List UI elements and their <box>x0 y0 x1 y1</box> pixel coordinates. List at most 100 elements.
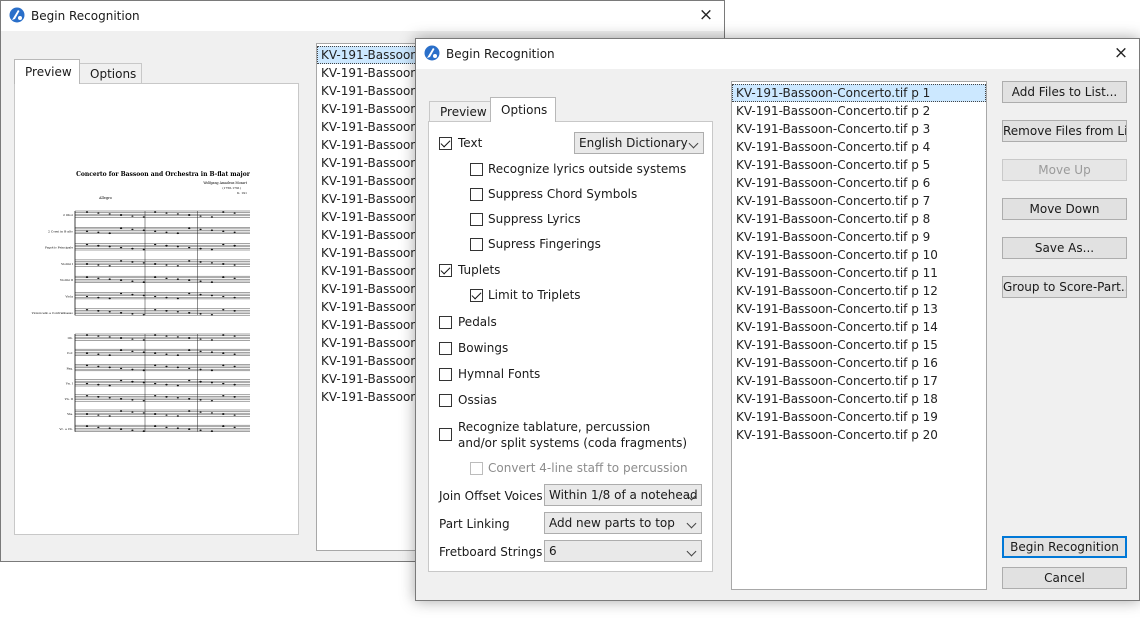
fretboard-select[interactable]: 6 <box>544 540 702 562</box>
move-up-button[interactable]: Move Up <box>1002 159 1127 181</box>
note-head <box>222 263 225 265</box>
text-checkbox[interactable] <box>439 137 452 150</box>
recognize-lyrics-checkbox[interactable] <box>470 163 483 176</box>
note-head <box>233 244 236 247</box>
join-offset-label: Join Offset Voices <box>439 489 543 503</box>
hymnal-fonts-checkbox[interactable] <box>439 368 452 381</box>
staff-label: Fagotto Principale <box>45 246 73 250</box>
dictionary-select[interactable]: English Dictionary <box>574 132 704 154</box>
file-list-item[interactable]: KV-191-Bassoon-Concerto.tif p 9 <box>732 228 986 246</box>
ossias-checkbox[interactable] <box>439 394 452 407</box>
tuplets-checkbox[interactable] <box>439 264 452 277</box>
note-head <box>142 412 145 414</box>
part-linking-select[interactable]: Add new parts to top <box>544 512 702 534</box>
tab-options[interactable]: Options <box>490 97 556 122</box>
back-tab-options[interactable]: Options <box>79 63 142 83</box>
back-title-bar[interactable]: Begin Recognition × <box>1 1 724 31</box>
file-list-item[interactable]: KV-191-Bassoon-Concerto.tif p 7 <box>732 192 986 210</box>
options-panel: Text English Dictionary Recognize lyrics… <box>428 121 713 572</box>
remove-files-button[interactable]: Remove Files from List <box>1002 120 1127 142</box>
note-head <box>188 398 191 400</box>
note-head <box>108 384 111 387</box>
note-head <box>199 280 202 282</box>
file-list-item[interactable]: KV-191-Bassoon-Concerto.tif p 6 <box>732 174 986 192</box>
note-head <box>222 395 225 397</box>
note-head <box>154 276 157 278</box>
file-list-item[interactable]: KV-191-Bassoon-Concerto.tif p 16 <box>732 354 986 372</box>
file-list-item[interactable]: KV-191-Bassoon-Concerto.tif p 19 <box>732 408 986 426</box>
back-close-icon[interactable]: × <box>696 5 716 25</box>
cancel-button[interactable]: Cancel <box>1002 567 1127 589</box>
suppress-chords-checkbox[interactable] <box>470 188 483 201</box>
file-list-item[interactable]: KV-191-Bassoon-Concerto.tif p 5 <box>732 156 986 174</box>
note-head <box>222 413 225 415</box>
note-head <box>119 227 123 230</box>
note-head <box>199 293 202 296</box>
note-head <box>85 364 89 367</box>
file-list-item[interactable]: KV-191-Bassoon-Concerto.tif p 12 <box>732 282 986 300</box>
file-list-item[interactable]: KV-191-Bassoon-Concerto.tif p 8 <box>732 210 986 228</box>
file-list-item[interactable]: KV-191-Bassoon-Concerto.tif p 2 <box>732 102 986 120</box>
tablature-checkbox[interactable] <box>439 428 452 441</box>
file-list-item[interactable]: KV-191-Bassoon-Concerto.tif p 20 <box>732 426 986 444</box>
move-down-button[interactable]: Move Down <box>1002 198 1127 220</box>
file-list-item[interactable]: KV-191-Bassoon-Concerto.tif p 4 <box>732 138 986 156</box>
limit-triplets-label: Limit to Triplets <box>488 288 581 302</box>
note-head <box>85 395 89 397</box>
suppress-lyrics-checkbox[interactable] <box>470 213 483 226</box>
note-head <box>233 310 236 312</box>
note-head <box>188 312 191 314</box>
join-offset-select[interactable]: Within 1/8 of a notehead <box>544 484 702 506</box>
convert-4line-checkbox[interactable] <box>470 462 483 475</box>
back-tab-preview[interactable]: Preview <box>14 59 80 84</box>
close-icon[interactable]: × <box>1111 43 1131 63</box>
note-head <box>210 229 214 232</box>
chevron-down-icon <box>686 546 697 557</box>
file-list-item[interactable]: KV-191-Bassoon-Concerto.tif p 1 <box>732 84 986 102</box>
note-head <box>165 414 168 416</box>
note-head <box>97 383 100 386</box>
front-title-bar[interactable]: Begin Recognition × <box>416 39 1139 69</box>
convert-4line-label: Convert 4-line staff to percussion <box>488 461 688 475</box>
add-files-button[interactable]: Add Files to List... <box>1002 81 1127 103</box>
note-head <box>131 429 134 432</box>
note-head <box>131 313 134 315</box>
note-head <box>119 337 123 339</box>
note-head <box>85 382 89 385</box>
note-head <box>176 297 179 300</box>
score-system-top <box>74 210 250 316</box>
note-head <box>222 352 225 355</box>
bowings-checkbox[interactable] <box>439 342 452 355</box>
note-head <box>119 398 123 400</box>
back-window-title: Begin Recognition <box>31 9 140 23</box>
note-head <box>210 430 214 433</box>
pedals-checkbox[interactable] <box>439 316 452 329</box>
begin-recognition-button[interactable]: Begin Recognition <box>1002 536 1127 558</box>
staff-label: Vn. II <box>64 397 74 401</box>
note-head <box>199 215 202 217</box>
tab-preview[interactable]: Preview <box>429 101 491 121</box>
save-as-button[interactable]: Save As... <box>1002 237 1127 259</box>
file-list-item[interactable]: KV-191-Bassoon-Concerto.tif p 14 <box>732 318 986 336</box>
note-head <box>142 400 145 402</box>
file-list-item[interactable]: KV-191-Bassoon-Concerto.tif p 11 <box>732 264 986 282</box>
file-list-item[interactable]: KV-191-Bassoon-Concerto.tif p 18 <box>732 390 986 408</box>
note-head <box>176 397 179 399</box>
file-list-item[interactable]: KV-191-Bassoon-Concerto.tif p 3 <box>732 120 986 138</box>
note-head <box>154 382 157 385</box>
limit-triplets-checkbox[interactable] <box>470 289 483 302</box>
note-head <box>176 427 179 430</box>
note-head <box>188 214 191 216</box>
recognize-lyrics-label: Recognize lyrics outside systems <box>488 162 687 176</box>
note-head <box>119 410 123 412</box>
note-head <box>188 246 191 249</box>
file-list[interactable]: KV-191-Bassoon-Concerto.tif p 1 KV-191-Ba… <box>731 81 987 590</box>
supress-fingerings-checkbox[interactable] <box>470 238 483 251</box>
file-list-item[interactable]: KV-191-Bassoon-Concerto.tif p 17 <box>732 372 986 390</box>
file-list-item[interactable]: KV-191-Bassoon-Concerto.tif p 15 <box>732 336 986 354</box>
file-list-item[interactable]: KV-191-Bassoon-Concerto.tif p 13 <box>732 300 986 318</box>
note-head <box>210 262 214 264</box>
note-head <box>154 230 157 233</box>
file-list-item[interactable]: KV-191-Bassoon-Concerto.tif p 10 <box>732 246 986 264</box>
group-score-part-button[interactable]: Group to Score-Part... <box>1002 276 1127 298</box>
